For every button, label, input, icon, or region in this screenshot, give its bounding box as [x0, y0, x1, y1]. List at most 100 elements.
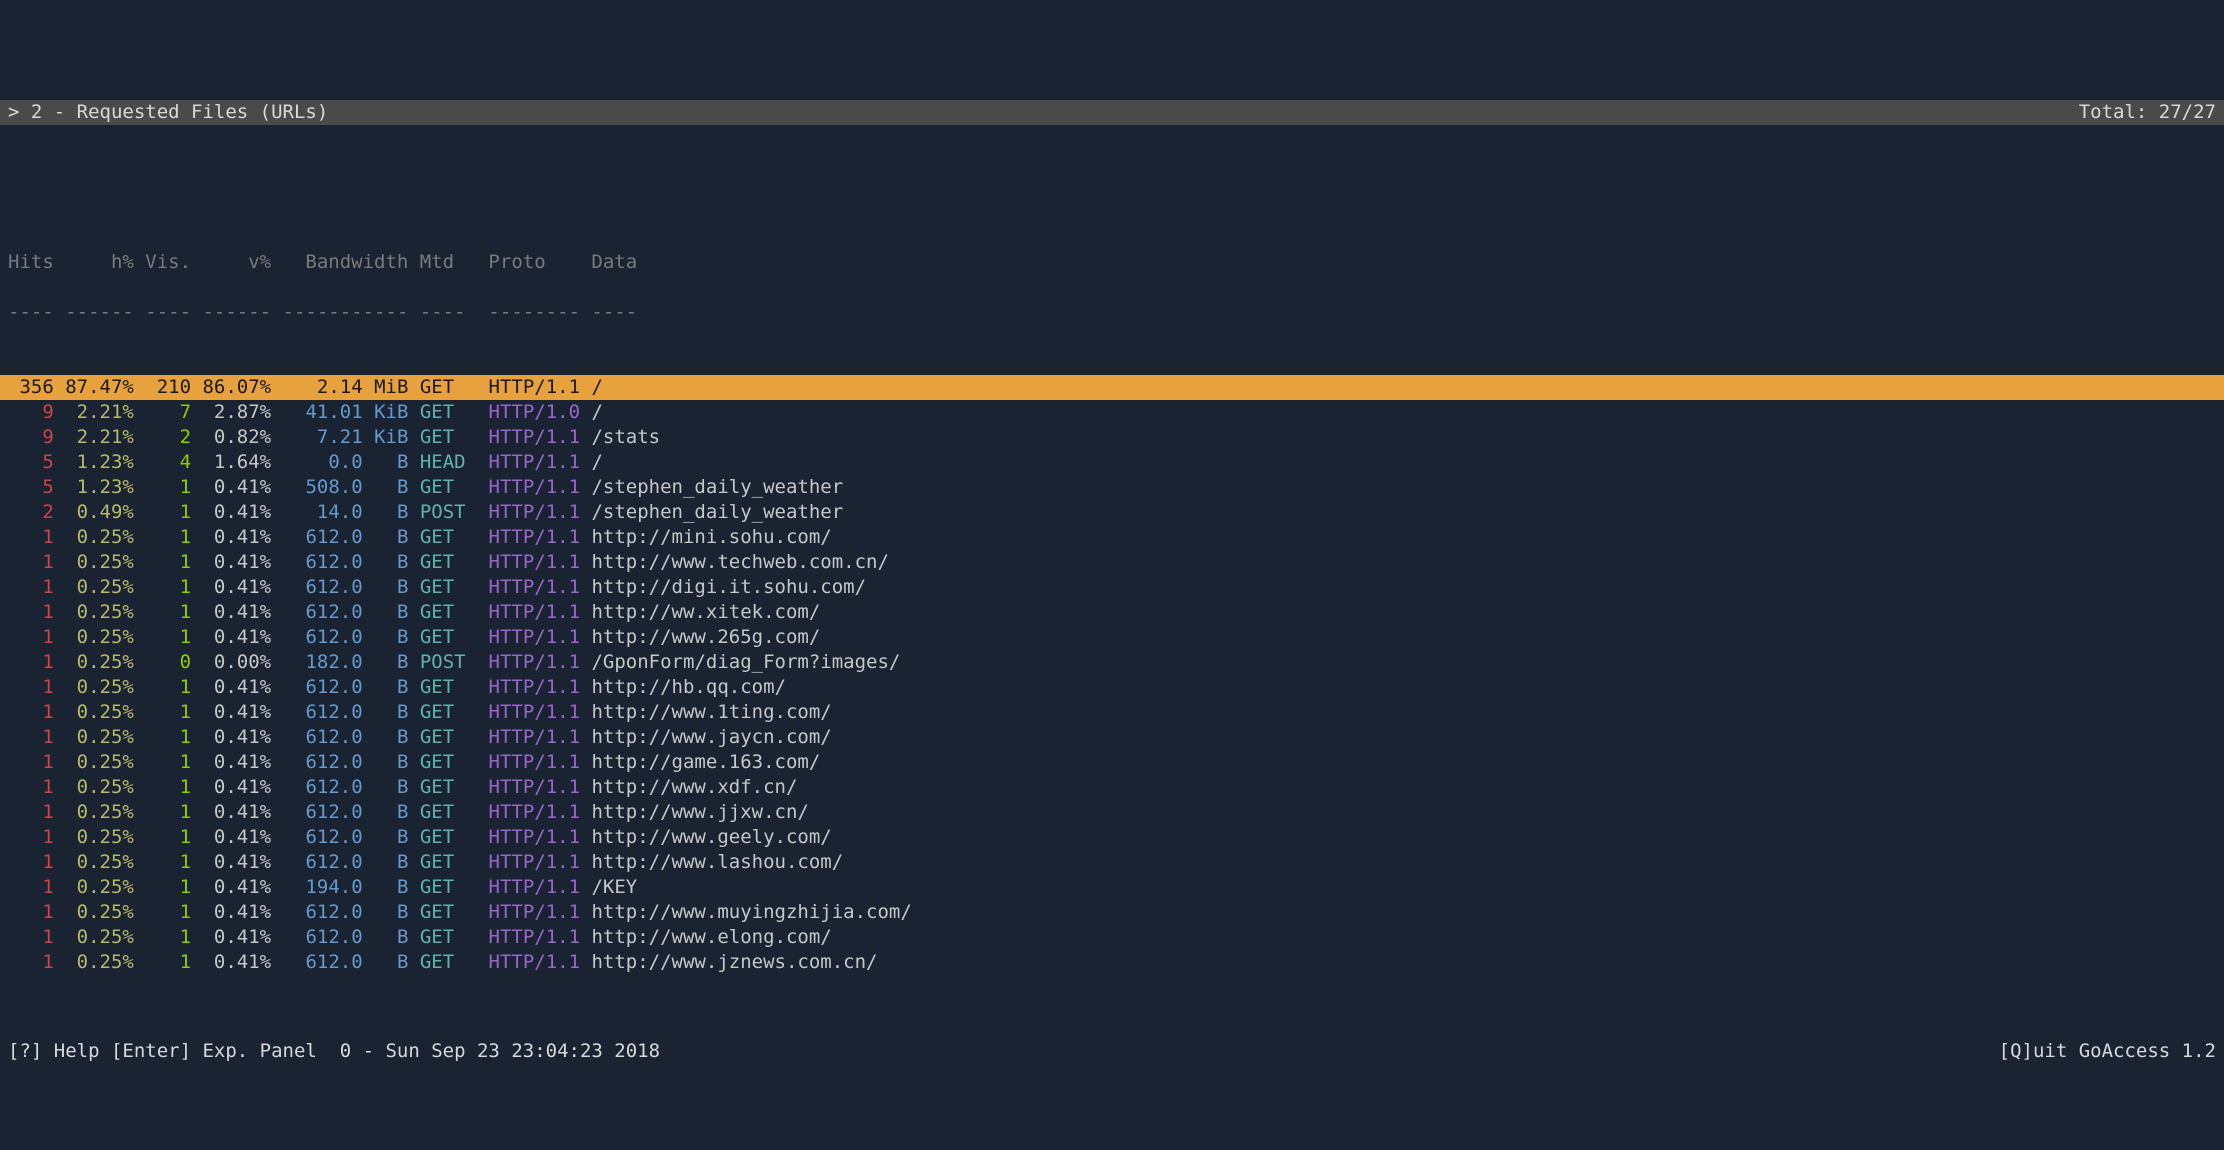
table-row[interactable]: 1 0.25% 1 0.41% 612.0 B GET HTTP/1.1 htt…: [0, 550, 2224, 575]
cell-hits-pct: 0.25%: [54, 526, 134, 548]
cell-hits-pct: 0.49%: [54, 501, 134, 523]
cell-visitors-pct: 0.41%: [191, 951, 271, 973]
cell-protocol: HTTP/1.1: [489, 651, 581, 673]
cell-method: GET: [420, 801, 466, 823]
table-row[interactable]: 1 0.25% 1 0.41% 194.0 B GET HTTP/1.1 /KE…: [0, 875, 2224, 900]
cell-bandwidth-unit: KiB: [363, 426, 409, 448]
table-row[interactable]: 1 0.25% 1 0.41% 612.0 B GET HTTP/1.1 htt…: [0, 600, 2224, 625]
cell-bandwidth-unit: B: [363, 576, 409, 598]
cell-hits-pct: 0.25%: [54, 951, 134, 973]
cell-hits-pct: 0.25%: [54, 576, 134, 598]
table-row[interactable]: 1 0.25% 1 0.41% 612.0 B GET HTTP/1.1 htt…: [0, 750, 2224, 775]
cell-hits-pct: 2.21%: [54, 426, 134, 448]
cell-hits-pct: 2.21%: [54, 401, 134, 423]
cell-hits: 1: [8, 901, 54, 923]
cell-bandwidth-unit: B: [363, 751, 409, 773]
cell-visitors: 1: [134, 726, 191, 748]
cell-hits: 1: [8, 801, 54, 823]
cell-visitors-pct: 0.41%: [191, 826, 271, 848]
cell-hits: 356: [8, 376, 54, 398]
cell-method: GET: [420, 526, 466, 548]
cell-protocol: HTTP/1.1: [489, 501, 581, 523]
cell-hits-pct: 0.25%: [54, 726, 134, 748]
cell-hits: 1: [8, 651, 54, 673]
panel-title: > 2 - Requested Files (URLs): [8, 100, 328, 125]
cell-hits-pct: 0.25%: [54, 851, 134, 873]
cell-method: GET: [420, 951, 466, 973]
cell-visitors: 210: [134, 376, 191, 398]
panel-header: > 2 - Requested Files (URLs) Total: 27/2…: [0, 100, 2224, 125]
cell-bandwidth: 182.0: [271, 651, 363, 673]
cell-bandwidth-unit: B: [363, 626, 409, 648]
table-row[interactable]: 1 0.25% 1 0.41% 612.0 B GET HTTP/1.1 htt…: [0, 900, 2224, 925]
cell-hits-pct: 0.25%: [54, 901, 134, 923]
table-row[interactable]: 1 0.25% 1 0.41% 612.0 B GET HTTP/1.1 htt…: [0, 675, 2224, 700]
cell-visitors-pct: 1.64%: [191, 451, 271, 473]
cell-protocol: HTTP/1.1: [489, 701, 581, 723]
table-row[interactable]: 5 1.23% 4 1.64% 0.0 B HEAD HTTP/1.1 /: [0, 450, 2224, 475]
cell-hits-pct: 0.25%: [54, 601, 134, 623]
cell-data: http://www.jaycn.com/: [591, 726, 831, 748]
cell-data: http://hb.qq.com/: [591, 676, 785, 698]
table-row[interactable]: 1 0.25% 1 0.41% 612.0 B GET HTTP/1.1 htt…: [0, 625, 2224, 650]
cell-hits: 9: [8, 401, 54, 423]
cell-protocol: HTTP/1.1: [489, 851, 581, 873]
column-headers: Hits h% Vis. v% Bandwidth Mtd Proto Data: [0, 250, 2224, 275]
cell-visitors-pct: 0.41%: [191, 726, 271, 748]
cell-visitors-pct: 0.41%: [191, 701, 271, 723]
table-row[interactable]: 2 0.49% 1 0.41% 14.0 B POST HTTP/1.1 /st…: [0, 500, 2224, 525]
cell-hits: 1: [8, 676, 54, 698]
cell-bandwidth: 14.0: [271, 501, 363, 523]
cell-data: /stephen_daily_weather: [591, 501, 843, 523]
table-row[interactable]: 9 2.21% 2 0.82% 7.21 KiB GET HTTP/1.1 /s…: [0, 425, 2224, 450]
cell-protocol: HTTP/1.1: [489, 676, 581, 698]
cell-hits-pct: 0.25%: [54, 701, 134, 723]
table-row[interactable]: 1 0.25% 1 0.41% 612.0 B GET HTTP/1.1 htt…: [0, 850, 2224, 875]
cell-bandwidth: 612.0: [271, 626, 363, 648]
table-row[interactable]: 1 0.25% 1 0.41% 612.0 B GET HTTP/1.1 htt…: [0, 575, 2224, 600]
cell-method: GET: [420, 426, 466, 448]
table-row[interactable]: 5 1.23% 1 0.41% 508.0 B GET HTTP/1.1 /st…: [0, 475, 2224, 500]
cell-bandwidth-unit: B: [363, 501, 409, 523]
cell-visitors: 1: [134, 701, 191, 723]
cell-method: HEAD: [420, 451, 466, 473]
table-row[interactable]: 1 0.25% 1 0.41% 612.0 B GET HTTP/1.1 htt…: [0, 825, 2224, 850]
table-row[interactable]: 1 0.25% 1 0.41% 612.0 B GET HTTP/1.1 htt…: [0, 525, 2224, 550]
table-row[interactable]: 1 0.25% 1 0.41% 612.0 B GET HTTP/1.1 htt…: [0, 700, 2224, 725]
cell-visitors: 0: [134, 651, 191, 673]
cell-visitors-pct: 2.87%: [191, 401, 271, 423]
cell-method: GET: [420, 601, 466, 623]
cell-hits: 5: [8, 451, 54, 473]
cell-bandwidth-unit: B: [363, 951, 409, 973]
table-row[interactable]: 356 87.47% 210 86.07% 2.14 MiB GET HTTP/…: [0, 375, 2224, 400]
cell-bandwidth: 612.0: [271, 926, 363, 948]
cell-data: http://www.xdf.cn/: [591, 776, 797, 798]
table-row[interactable]: 1 0.25% 1 0.41% 612.0 B GET HTTP/1.1 htt…: [0, 950, 2224, 975]
cell-bandwidth-unit: B: [363, 876, 409, 898]
cell-hits-pct: 1.23%: [54, 451, 134, 473]
cell-bandwidth-unit: B: [363, 776, 409, 798]
table-row[interactable]: 1 0.25% 1 0.41% 612.0 B GET HTTP/1.1 htt…: [0, 725, 2224, 750]
cell-method: GET: [420, 751, 466, 773]
cell-bandwidth: 612.0: [271, 726, 363, 748]
table-row[interactable]: 1 0.25% 1 0.41% 612.0 B GET HTTP/1.1 htt…: [0, 775, 2224, 800]
cell-protocol: HTTP/1.1: [489, 426, 581, 448]
cell-visitors: 1: [134, 626, 191, 648]
cell-visitors: 1: [134, 826, 191, 848]
cell-method: GET: [420, 401, 466, 423]
table-row[interactable]: 1 0.25% 1 0.41% 612.0 B GET HTTP/1.1 htt…: [0, 800, 2224, 825]
cell-hits: 1: [8, 826, 54, 848]
table-row[interactable]: 1 0.25% 1 0.41% 612.0 B GET HTTP/1.1 htt…: [0, 925, 2224, 950]
cell-visitors-pct: 0.41%: [191, 501, 271, 523]
cell-hits: 1: [8, 726, 54, 748]
table-row[interactable]: 9 2.21% 7 2.87% 41.01 KiB GET HTTP/1.0 /: [0, 400, 2224, 425]
cell-visitors-pct: 0.41%: [191, 851, 271, 873]
status-right: [Q]uit GoAccess 1.2: [1999, 1039, 2216, 1064]
cell-visitors: 1: [134, 601, 191, 623]
cell-protocol: HTTP/1.1: [489, 526, 581, 548]
cell-visitors-pct: 0.41%: [191, 476, 271, 498]
cell-method: GET: [420, 626, 466, 648]
table-row[interactable]: 1 0.25% 0 0.00% 182.0 B POST HTTP/1.1 /G…: [0, 650, 2224, 675]
cell-data: /GponForm/diag_Form?images/: [591, 651, 900, 673]
cell-hits-pct: 0.25%: [54, 626, 134, 648]
